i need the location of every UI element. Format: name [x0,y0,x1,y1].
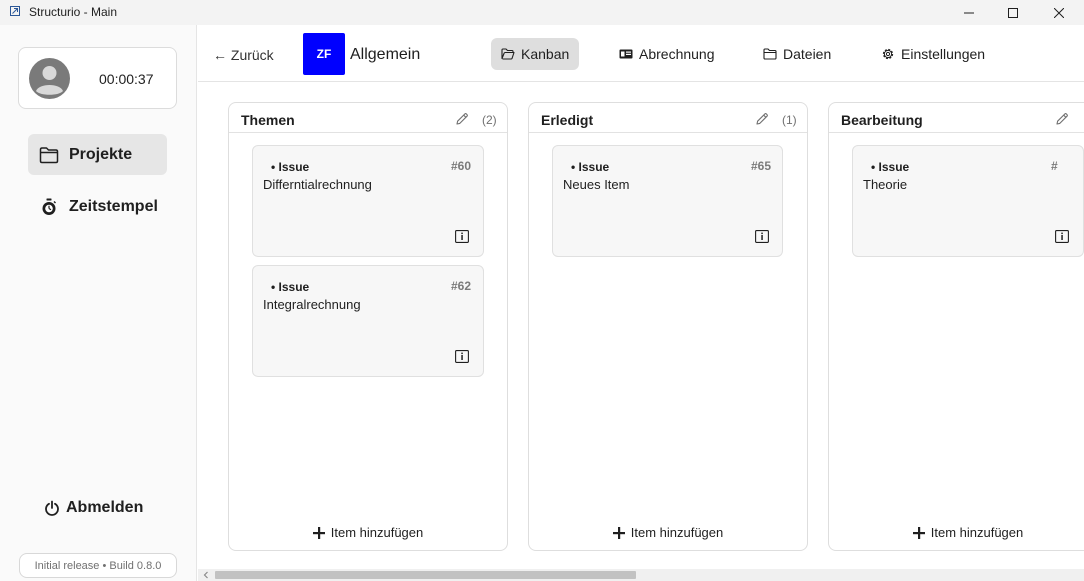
card-type: • Issue [271,160,310,174]
scrollbar-thumb[interactable] [215,571,636,579]
sidebar-item-label: Projekte [69,145,133,163]
title-bar: Structurio - Main [0,0,1084,25]
kanban-card[interactable]: • Issue #62 Integralrechnung [252,265,484,377]
minimize-icon [964,12,974,13]
sidebar-item-projekte[interactable]: Projekte [28,134,167,175]
tab-label: Dateien [783,46,832,62]
card-type: • Issue [571,160,610,174]
sidebar-item-zeitstempel[interactable]: Zeitstempel [28,186,167,227]
info-icon[interactable] [1055,230,1069,243]
minimize-button[interactable] [946,0,992,25]
pencil-icon[interactable] [1055,112,1069,126]
card-title: Theorie [863,177,908,192]
column-count: (1) [782,113,797,127]
maximize-button[interactable] [990,0,1036,25]
folder-icon [38,144,60,166]
card-title: Differntialrechnung [263,177,372,192]
tab-label: Kanban [521,46,570,62]
close-button[interactable] [1036,0,1082,25]
app-icon [10,6,20,16]
session-timer: 00:00:37 [99,71,154,87]
close-icon [1054,7,1064,18]
info-icon[interactable] [455,350,469,363]
kanban-column: Erledigt (1) • Issue #65 Neues Item Item… [528,102,808,551]
pencil-icon[interactable] [455,112,469,126]
sidebar-item-label: Zeitstempel [69,197,158,215]
user-card[interactable]: 00:00:37 [18,47,177,109]
card-title: Neues Item [563,177,630,192]
logout-button[interactable]: Abmelden [44,499,143,517]
folder-open-icon [501,47,515,61]
tab-abrechnung[interactable]: Abrechnung [609,38,725,70]
maximize-icon [1008,7,1018,18]
horizontal-scrollbar[interactable] [198,569,1084,581]
info-icon[interactable] [755,230,769,243]
card-type: • Issue [871,160,910,174]
gear-icon [881,47,895,61]
info-icon[interactable] [455,230,469,243]
window-title: Structurio - Main [29,5,118,19]
tab-kanban[interactable]: Kanban [491,38,580,70]
card-number: #62 [451,279,472,293]
tab-dateien[interactable]: Dateien [753,38,841,70]
add-item-label: Item hinzufügen [330,525,424,540]
card-title: Integralrechnung [263,297,361,312]
kanban-column: Bearbeitung • Issue # Theorie Item hinzu… [828,102,1084,551]
column-header: Erledigt (1) [529,103,807,133]
kanban-card[interactable]: • Issue # Theorie [852,145,1084,257]
tab-label: Abrechnung [639,46,715,62]
kanban-board: Themen (2) • Issue #60 Differntialrechnu… [198,82,1084,569]
column-header: Themen (2) [229,103,507,133]
kanban-card[interactable]: • Issue #65 Neues Item [552,145,783,257]
kanban-card[interactable]: • Issue #60 Differntialrechnung [252,145,484,257]
version-badge: Initial release • Build 0.8.0 [19,553,177,578]
avatar-icon [29,58,70,99]
column-title: Bearbeitung [841,112,923,128]
add-item-label: Item hinzufügen [930,525,1024,540]
project-header: ← Zurück ZF Allgemein Kanban Abrechnung … [198,25,1084,82]
column-count: (2) [482,113,497,127]
add-item-label: Item hinzufügen [630,525,724,540]
logout-label: Abmelden [66,499,144,516]
stopwatch-icon [38,196,60,218]
plus-icon [912,526,925,539]
kanban-column: Themen (2) • Issue #60 Differntialrechnu… [228,102,508,551]
scroll-left-icon[interactable] [202,571,210,579]
plus-icon [612,526,625,539]
billing-icon [619,47,633,61]
add-item-button[interactable]: Item hinzufügen [229,525,507,540]
sidebar: 00:00:37 Projekte Zeitstempel Abmelden I… [0,25,197,581]
tab-label: Einstellungen [901,46,986,62]
pencil-icon[interactable] [755,112,769,126]
column-title: Erledigt [541,112,594,128]
column-header: Bearbeitung [829,103,1084,133]
back-button[interactable]: ← Zurück [213,47,274,63]
tab-einstellungen[interactable]: Einstellungen [871,38,995,70]
project-name: Allgemein [350,46,421,63]
card-number: # [1051,159,1058,173]
add-item-button[interactable]: Item hinzufügen [529,525,807,540]
card-number: #60 [451,159,472,173]
power-icon [44,500,60,516]
column-title: Themen [241,112,295,128]
add-item-button[interactable]: Item hinzufügen [829,525,1084,540]
card-type: • Issue [271,280,310,294]
folder-icon [763,47,777,61]
project-badge: ZF [303,33,345,75]
plus-icon [312,526,325,539]
card-number: #65 [751,159,772,173]
